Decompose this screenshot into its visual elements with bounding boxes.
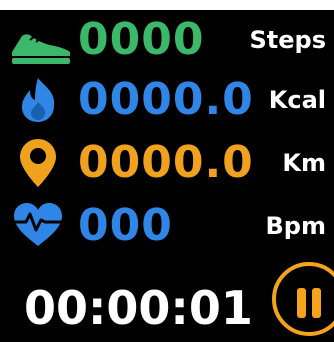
kcal-value: 0000.0 [78, 74, 254, 125]
pause-icon [297, 288, 306, 318]
km-row: 0000.0 Km [0, 135, 334, 191]
workout-screen: 0000 Steps 0000.0 Kcal 0000.0 Km 000 Bpm… [0, 0, 334, 342]
watch-display: 0000 Steps 0000.0 Kcal 0000.0 Km 000 Bpm… [0, 0, 334, 342]
flame-icon [8, 72, 78, 128]
bpm-unit: Bpm [265, 212, 326, 240]
km-value: 0000.0 [78, 137, 254, 188]
top-edge-strip [0, 0, 334, 10]
location-pin-icon [8, 135, 78, 191]
bpm-row: 000 Bpm [0, 198, 334, 254]
heart-rate-icon [8, 198, 78, 254]
shoe-icon [8, 12, 78, 68]
pause-icon-bar [312, 288, 321, 318]
km-unit: Km [282, 149, 326, 177]
elapsed-timer: 00:00:01 [24, 281, 253, 335]
bpm-value: 000 [78, 200, 173, 251]
kcal-unit: Kcal [268, 86, 326, 114]
pause-button[interactable] [272, 262, 334, 336]
kcal-row: 0000.0 Kcal [0, 72, 334, 128]
steps-row: 0000 Steps [0, 12, 334, 68]
steps-unit: Steps [249, 26, 327, 54]
steps-value: 0000 [78, 14, 205, 65]
